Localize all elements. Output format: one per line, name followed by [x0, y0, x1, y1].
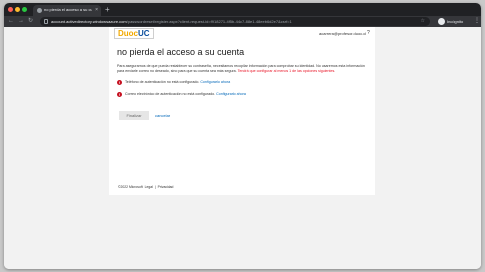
- maximize-window-dot[interactable]: [22, 7, 27, 12]
- configure-email-link[interactable]: Configurarlo ahora: [216, 92, 246, 96]
- tab-favicon-icon: [37, 8, 42, 13]
- tab-bar: no pierda el acceso a su cuent × +: [4, 3, 481, 16]
- warning-icon: !: [117, 92, 122, 97]
- footer-separator: |: [154, 185, 156, 189]
- new-tab-button[interactable]: +: [105, 4, 110, 15]
- duoc-logo: DuocUC: [114, 28, 154, 39]
- footer-legal-link[interactable]: Legal: [145, 185, 153, 189]
- back-arrow-icon[interactable]: ←: [8, 17, 14, 26]
- configure-phone-link[interactable]: Configurarlo ahora: [200, 80, 230, 84]
- url-path: /passwordreset/register.aspx?client-requ…: [126, 19, 292, 24]
- description-warning: Tendrá que configurar al menos 1 de las …: [237, 69, 336, 73]
- close-window-dot[interactable]: [8, 7, 13, 12]
- incognito-icon: [438, 18, 445, 25]
- footer-privacy-link[interactable]: Privacidad: [158, 185, 174, 189]
- lock-icon[interactable]: [44, 19, 48, 24]
- url-host: account.activedirectory.windowsazure.com: [51, 19, 127, 24]
- kebab-menu-icon[interactable]: ⋮: [474, 17, 480, 26]
- footer: ©2022 Microsoft Legal | Privacidad: [118, 185, 173, 190]
- finish-button[interactable]: Finalizar: [119, 111, 149, 120]
- address-bar[interactable]: account.activedirectory.windowsazure.com…: [40, 17, 430, 26]
- auth-email-row: ! Correo electrónico de autenticación no…: [117, 92, 367, 99]
- reload-icon[interactable]: ↻: [28, 17, 33, 26]
- page-description: Para asegurarnos de que pueda restablece…: [117, 64, 367, 74]
- footer-copyright: ©2022 Microsoft: [118, 185, 143, 189]
- url-text[interactable]: account.activedirectory.windowsazure.com…: [51, 18, 411, 25]
- browser-tab[interactable]: no pierda el acceso a su cuent ×: [33, 5, 101, 16]
- star-icon[interactable]: ☆: [421, 18, 425, 25]
- tab-title: no pierda el acceso a su cuent: [44, 7, 92, 12]
- incognito-label: Incógnito: [447, 19, 464, 24]
- minimize-window-dot[interactable]: [15, 7, 20, 12]
- tab-close-icon[interactable]: ×: [95, 6, 98, 14]
- warning-icon: !: [117, 80, 122, 85]
- page-background: DuocUC acarrera@profesor.duoc.cl ? no pi…: [4, 27, 481, 269]
- content-card: DuocUC acarrera@profesor.duoc.cl ? no pi…: [109, 27, 375, 195]
- browser-toolbar: ← → ↻ account.activedirectory.windowsazu…: [4, 16, 481, 27]
- forward-arrow-icon[interactable]: →: [18, 17, 24, 26]
- incognito-indicator[interactable]: Incógnito: [438, 17, 472, 26]
- auth-phone-row: ! Teléfono de autenticación no está conf…: [117, 80, 367, 87]
- page-title: no pierda el acceso a su cuenta: [117, 47, 245, 57]
- cancel-link[interactable]: cancelar: [155, 113, 170, 118]
- auth-phone-status: Teléfono de autenticación no está config…: [125, 80, 200, 84]
- auth-email-status: Correo electrónico de autenticación no e…: [125, 92, 216, 96]
- help-icon[interactable]: ?: [367, 30, 370, 37]
- browser-window: no pierda el acceso a su cuent × + ← → ↻…: [4, 3, 481, 269]
- user-email[interactable]: acarrera@profesor.duoc.cl: [319, 31, 366, 37]
